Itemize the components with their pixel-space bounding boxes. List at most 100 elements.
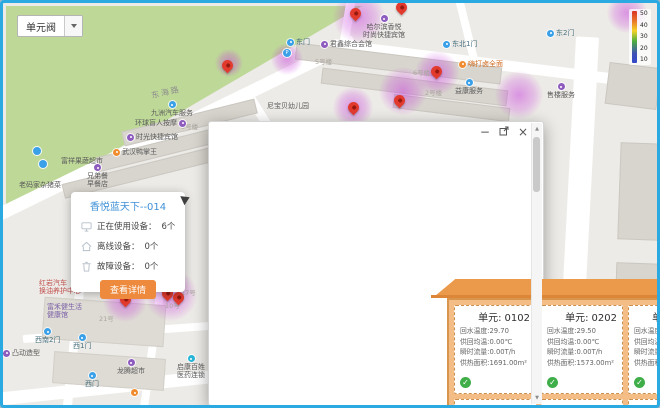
heat-spot xyxy=(495,71,543,119)
unit-card-header: 单元:0101 xyxy=(455,400,535,408)
scroll-down-button[interactable]: ▼ xyxy=(532,392,542,404)
unit-card[interactable]: 单元:0301 回水温度:30.60 供回均温:0.00℃ 瞬时流量:0.00T… xyxy=(628,399,660,408)
unit-card[interactable]: 单元:0302 回水温度:29.70 供回均温:0.00℃ 瞬时流量:0.00T… xyxy=(628,305,660,394)
building xyxy=(617,142,660,240)
unit-field: 供热面积:1691.00m² xyxy=(455,358,535,369)
poi-text: 君鑫综合会馆 xyxy=(330,40,372,48)
restore-icon xyxy=(499,126,509,136)
unit-card[interactable]: 单元:0101 回水温度:30.50 供回均温:0.00℃ 瞬时流量:0.00T… xyxy=(454,399,536,408)
poi-text: 哈尔滨香悦 时尚快捷宾馆 xyxy=(363,23,405,39)
field-value: 0.00T/h xyxy=(489,348,515,356)
scroll-thumb[interactable] xyxy=(533,137,540,192)
field-value: 1573.00m² xyxy=(576,359,613,367)
poi-text: 东门 xyxy=(296,38,310,46)
minimize-button[interactable]: − xyxy=(480,125,490,139)
field-label: 回水温度: xyxy=(547,327,576,335)
tooltip-row: 离线设备：0个 xyxy=(71,240,185,252)
building-roof xyxy=(435,279,660,296)
poi-text: 老码家杂猪菜 xyxy=(19,181,61,189)
layer-select[interactable]: 单元阀 xyxy=(17,15,83,37)
field-label: 供热面积: xyxy=(460,359,489,367)
unit-field: 供热面积:1573.00m² xyxy=(629,358,660,369)
close-button[interactable]: × xyxy=(518,125,528,139)
unit-field: 回水温度:29.70 xyxy=(455,326,535,337)
poi-label: 环球盲人按摩 xyxy=(135,119,186,127)
legend-gradient xyxy=(632,11,637,63)
chevron-down-icon[interactable] xyxy=(64,16,82,36)
modal-scrollbar[interactable]: ▲ ▼ xyxy=(531,123,542,404)
house-icon xyxy=(81,241,92,252)
unit-card[interactable]: 单元:0201 回水温度:30.40 供回均温:0.00℃ 瞬时流量:0.00T… xyxy=(541,399,623,408)
service-icon xyxy=(558,83,565,90)
legend-tick: 20 xyxy=(640,46,648,52)
massage-icon xyxy=(179,120,186,127)
tooltip-row-value: 6个 xyxy=(162,220,176,232)
building-number: 6号楼 xyxy=(413,67,430,77)
tooltip-row-value: 0个 xyxy=(145,260,159,272)
unit-card[interactable]: 单元:0102 回水温度:29.70 供回均温:0.00℃ 瞬时流量:0.00T… xyxy=(454,305,536,394)
building-number: 5号楼 xyxy=(315,56,332,66)
unit-field: 瞬时流量:0.00T/h xyxy=(542,347,622,358)
legend-tick: 30 xyxy=(640,34,648,40)
unit-card-header: 单元: 0202 xyxy=(542,306,622,326)
gate-icon xyxy=(44,328,51,335)
parking-icon: P xyxy=(283,49,291,57)
unit-label: 单元: xyxy=(565,313,588,324)
poi-label: 武汉鸭掌王 xyxy=(113,148,157,156)
tooltip-row-label: 正在使用设备： xyxy=(97,220,157,232)
map-pin[interactable] xyxy=(394,0,410,15)
poi-text: 益康服务 xyxy=(455,87,483,95)
unit-field: 回水温度:29.70 xyxy=(629,326,660,337)
poi-text: 富禾健生活 健康馆 xyxy=(47,303,82,319)
trash-icon xyxy=(81,261,92,272)
hotel-icon xyxy=(381,15,388,22)
restaurant-icon xyxy=(113,149,120,156)
restore-button[interactable] xyxy=(499,125,509,139)
poi-label: 西南2门 xyxy=(35,328,60,344)
supermarket-icon xyxy=(128,359,135,366)
unit-label: 单元: xyxy=(652,313,660,324)
poi-text: 九洲汽车服务 xyxy=(151,109,193,117)
status-check-icon: ✓ xyxy=(547,377,558,388)
monitor-icon xyxy=(81,221,92,232)
poi-label: 兄弟餐 早餐店 xyxy=(87,164,108,188)
gate-icon xyxy=(89,372,96,379)
field-value: 0.00℃ xyxy=(576,338,599,346)
poi-label: 益康服务 xyxy=(455,79,483,95)
unit-card-header: 单元:0302 xyxy=(629,306,660,326)
poi-text: 嗨打卤全面 xyxy=(468,60,503,68)
poi-text: 西1门 xyxy=(73,342,91,350)
restaurant-icon xyxy=(459,61,466,68)
poi-text: 西南2门 xyxy=(35,336,60,344)
unit-id: 0202 xyxy=(592,313,617,324)
field-label: 回水温度: xyxy=(460,327,489,335)
tooltip-row-label: 故障设备： xyxy=(97,260,140,272)
legend-tick: 50 xyxy=(640,11,648,17)
bus-stop-icon xyxy=(39,160,47,168)
unit-card[interactable]: 单元:0202 回水温度:29.50 供回均温:0.00℃ 瞬时流量:0.00T… xyxy=(541,305,623,394)
view-details-button[interactable]: 查看详情 xyxy=(100,280,156,299)
field-label: 供回均温: xyxy=(460,338,489,346)
poi-text: 售楼服务 xyxy=(547,91,575,99)
poi-text: 武汉鸭掌王 xyxy=(122,148,157,156)
restaurant-icon xyxy=(131,389,138,396)
field-value: 0.00℃ xyxy=(489,338,512,346)
poi-label: 哈尔滨香悦 时尚快捷宾馆 xyxy=(363,15,405,39)
tooltip-row: 正在使用设备： 6个 xyxy=(71,220,185,232)
unit-field: 供热面积:1573.00m² xyxy=(542,358,622,369)
unit-label: 单元: xyxy=(478,313,501,324)
field-label: 供回均温: xyxy=(547,338,576,346)
tooltip-title: 香悦蓝天下--014 xyxy=(71,198,185,213)
poi-label: 西门 xyxy=(85,372,99,388)
status-check-icon: ✓ xyxy=(634,377,645,388)
building xyxy=(605,62,660,110)
field-label: 瞬时流量: xyxy=(634,348,660,356)
poi-label: 售楼服务 xyxy=(547,83,575,99)
unit-field: 供回均温:0.00℃ xyxy=(542,337,622,348)
scroll-up-button[interactable]: ▲ xyxy=(532,123,542,135)
poi-text: 尼宝贝幼儿园 xyxy=(267,102,309,110)
unit-field: 供回均温:0.00℃ xyxy=(455,337,535,348)
poi-label: 龙腾超市 xyxy=(117,359,145,375)
map-canvas[interactable]: 东海路 5号楼 6号楼 2号楼 3号楼 21号 17号 10号 东门 君鑫综合会… xyxy=(0,0,660,408)
status-check-icon: ✓ xyxy=(460,377,471,388)
